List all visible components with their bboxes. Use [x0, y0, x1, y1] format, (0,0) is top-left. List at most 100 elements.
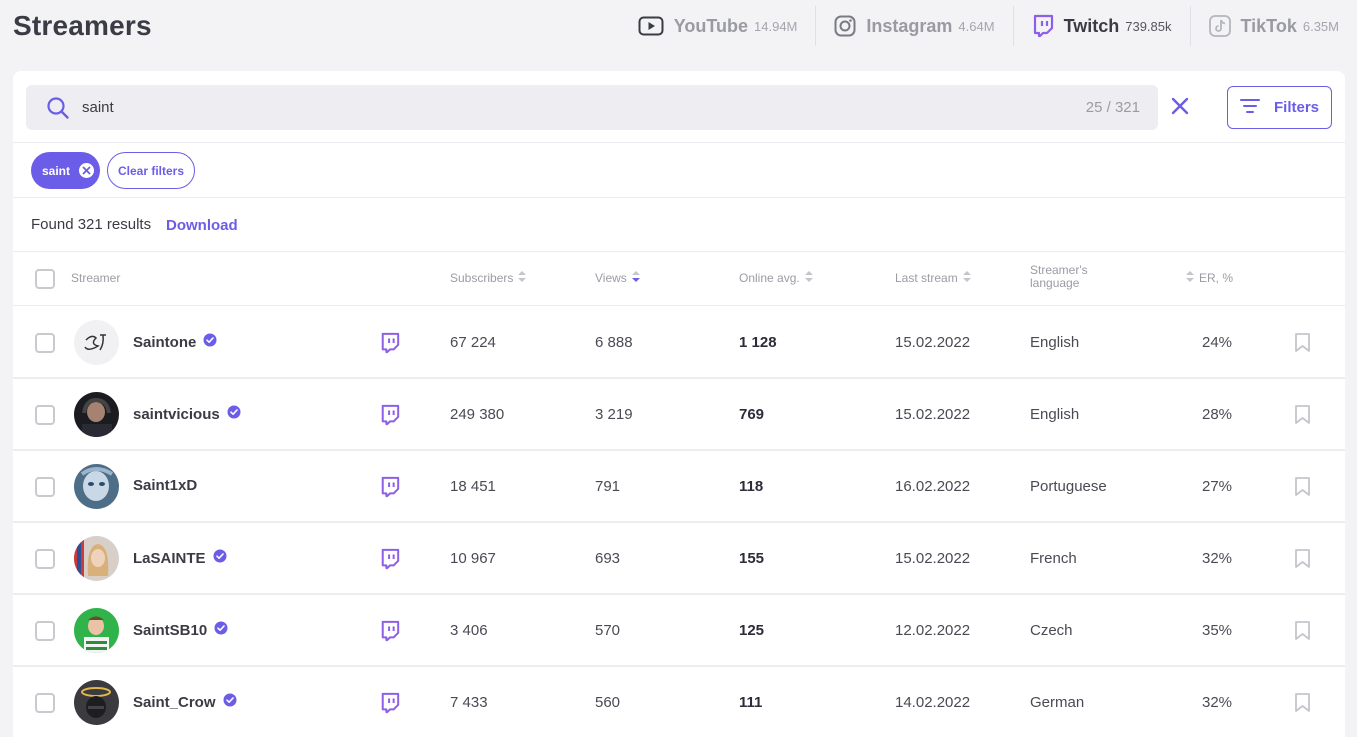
- avatar[interactable]: [74, 392, 119, 437]
- results-card: 25 / 321 Filters saint Clear filters Fou…: [13, 71, 1345, 737]
- clear-filters-button[interactable]: Clear filters: [107, 152, 196, 189]
- streamer-name[interactable]: Saint1xD: [133, 477, 197, 494]
- last-stream-cell: 15.02.2022: [895, 550, 971, 567]
- bookmark-icon[interactable]: [1294, 692, 1311, 718]
- er-cell: 27%: [1202, 478, 1233, 495]
- platform-count: 739.85k: [1125, 18, 1172, 34]
- avatar[interactable]: [74, 680, 119, 725]
- search-input[interactable]: [82, 85, 982, 130]
- header-views[interactable]: Views: [595, 271, 640, 285]
- remove-chip-icon[interactable]: [79, 163, 95, 178]
- row-checkbox[interactable]: [35, 333, 55, 353]
- last-stream-cell: 15.02.2022: [895, 334, 971, 351]
- streamer-name[interactable]: Saintone: [133, 333, 217, 351]
- avatar[interactable]: [74, 320, 119, 365]
- bookmark-icon[interactable]: [1294, 476, 1311, 502]
- table-row[interactable]: Saint1xD 18 451 791 118 16.02.2022 Portuguese…: [13, 451, 1345, 523]
- twitch-icon[interactable]: [380, 692, 400, 719]
- table-row[interactable]: saintvicious 249 380 3 219 769 15.02.2022 Eng…: [13, 379, 1345, 451]
- language-cell: French: [1030, 550, 1077, 567]
- header-subscribers[interactable]: Subscribers: [450, 271, 527, 285]
- bookmark-icon[interactable]: [1294, 404, 1311, 430]
- header-streamer: Streamer: [71, 271, 121, 285]
- chip-label: saint: [42, 163, 71, 178]
- bookmark-icon[interactable]: [1294, 332, 1311, 358]
- bookmark-icon[interactable]: [1294, 620, 1311, 646]
- twitch-icon[interactable]: [380, 548, 400, 575]
- verified-icon: [203, 333, 217, 351]
- streamer-name[interactable]: saintvicious: [133, 405, 241, 423]
- platform-tabs: YouTube 14.94M Instagram 4.64M Twitch 73…: [620, 0, 1357, 52]
- header-language: Streamer's language: [1030, 263, 1088, 290]
- table-row[interactable]: Saint_Crow 7 433 560 111 14.02.2022 German 32%: [13, 667, 1345, 737]
- header-last-stream[interactable]: Last stream: [895, 271, 971, 285]
- avatar[interactable]: [74, 464, 119, 509]
- online-avg-cell: 1 128: [739, 334, 777, 351]
- last-stream-cell: 12.02.2022: [895, 622, 971, 639]
- streamer-name[interactable]: SaintSB10: [133, 621, 228, 639]
- platform-count: 4.64M: [958, 18, 995, 34]
- last-stream-cell: 16.02.2022: [895, 478, 971, 495]
- row-checkbox[interactable]: [35, 693, 55, 713]
- sort-desc-icon: [631, 271, 640, 285]
- header-er[interactable]: ER, %: [1186, 271, 1233, 285]
- online-avg-cell: 769: [739, 406, 765, 423]
- row-checkbox[interactable]: [35, 621, 55, 641]
- platform-tab-twitch[interactable]: Twitch 739.85k: [1012, 6, 1190, 46]
- row-checkbox[interactable]: [35, 549, 55, 569]
- twitch-icon[interactable]: [380, 332, 400, 359]
- platform-name: TikTok: [1240, 15, 1297, 36]
- twitch-icon[interactable]: [380, 404, 400, 431]
- platform-tab-tiktok[interactable]: TikTok 6.35M: [1189, 6, 1357, 46]
- platform-tab-youtube[interactable]: YouTube 14.94M: [620, 6, 816, 46]
- twitch-icon[interactable]: [380, 620, 400, 647]
- platform-name: YouTube: [673, 15, 749, 36]
- subscribers-cell: 7 433: [450, 694, 488, 711]
- streamer-name[interactable]: LaSAINTE: [133, 549, 227, 567]
- header-online-avg[interactable]: Online avg.: [739, 271, 813, 285]
- header-label: Last stream: [895, 271, 958, 285]
- views-cell: 570: [595, 622, 621, 639]
- views-cell: 6 888: [595, 334, 633, 351]
- filter-chips: saint Clear filters: [13, 143, 1345, 198]
- streamer-name-text: Saintone: [133, 333, 197, 351]
- row-checkbox[interactable]: [35, 477, 55, 497]
- active-filter-chip[interactable]: saint: [31, 152, 101, 189]
- select-all-checkbox[interactable]: [35, 269, 55, 289]
- subscribers-cell: 249 380: [450, 406, 505, 423]
- online-avg-cell: 118: [739, 478, 764, 495]
- views-cell: 3 219: [595, 406, 633, 423]
- search-row: 25 / 321 Filters: [13, 71, 1345, 143]
- verified-icon: [213, 549, 227, 567]
- sort-icon: [804, 271, 813, 285]
- subscribers-cell: 67 224: [450, 334, 496, 351]
- table-header: Streamer Subscribers Views Online avg. L…: [13, 252, 1345, 306]
- twitch-icon[interactable]: [380, 476, 400, 503]
- avatar[interactable]: [74, 536, 119, 581]
- table-row[interactable]: Saintone 67 224 6 888 1 128 15.02.2022 Englis…: [13, 307, 1345, 379]
- search-box[interactable]: 25 / 321: [26, 85, 1158, 130]
- search-icon: [46, 96, 70, 125]
- bookmark-icon[interactable]: [1294, 548, 1311, 574]
- streamer-name[interactable]: Saint_Crow: [133, 693, 237, 711]
- language-cell: Czech: [1030, 622, 1073, 639]
- streamer-name-text: Saint1xD: [133, 477, 198, 494]
- clear-search-icon[interactable]: [1169, 95, 1191, 117]
- youtube-icon: [638, 16, 664, 36]
- platform-tab-instagram[interactable]: Instagram 4.64M: [815, 6, 1012, 46]
- filters-button[interactable]: Filters: [1227, 86, 1332, 129]
- language-cell: English: [1030, 334, 1080, 351]
- row-checkbox[interactable]: [35, 405, 55, 425]
- page-title: Streamers: [13, 10, 152, 41]
- online-avg-cell: 155: [739, 550, 765, 567]
- avatar[interactable]: [74, 608, 119, 653]
- language-cell: German: [1030, 694, 1085, 711]
- search-result-count: 25 / 321: [1085, 99, 1140, 116]
- header-label: Online avg.: [739, 271, 800, 285]
- online-avg-cell: 111: [739, 694, 763, 711]
- table-row[interactable]: SaintSB10 3 406 570 125 12.02.2022 Czech 35%: [13, 595, 1345, 667]
- language-cell: Portuguese: [1030, 478, 1107, 495]
- language-cell: English: [1030, 406, 1080, 423]
- table-row[interactable]: LaSAINTE 10 967 693 155 15.02.2022 French 32%: [13, 523, 1345, 595]
- download-link[interactable]: Download: [166, 217, 238, 234]
